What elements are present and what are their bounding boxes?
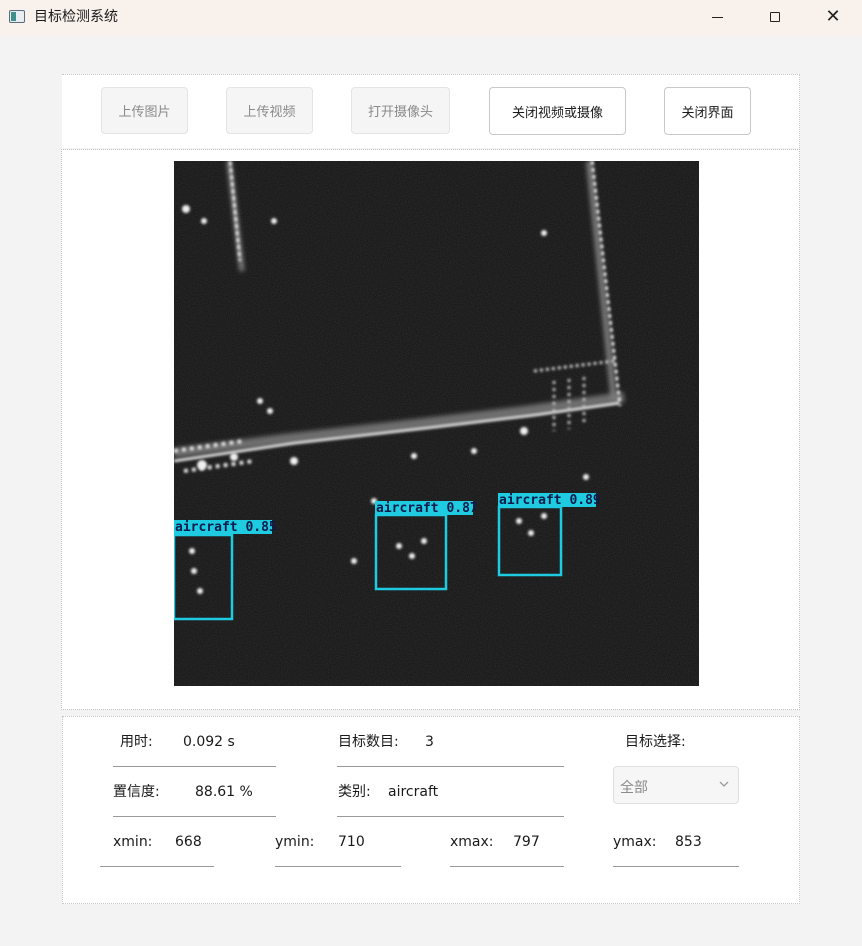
confidence-value: 88.61 %: [195, 784, 253, 800]
class-label: 类别:: [338, 784, 371, 800]
detection-image: aircraft 0.85 aircraft 0.87 aircraft 0.8…: [174, 161, 699, 686]
time-value: 0.092 s: [183, 734, 235, 750]
divider: [113, 816, 276, 817]
divider: [100, 866, 214, 867]
xmax-value: 797: [513, 834, 540, 850]
detection-label-1: aircraft 0.85: [175, 520, 277, 535]
open-camera-button[interactable]: 打开摄像头: [351, 87, 450, 134]
close-ui-button[interactable]: 关闭界面: [664, 87, 751, 135]
ymax-label: ymax:: [613, 834, 657, 850]
upload-video-button[interactable]: 上传视频: [226, 87, 313, 134]
target-select-label: 目标选择:: [625, 734, 686, 750]
divider: [337, 816, 564, 817]
close-video-camera-button[interactable]: 关闭视频或摄像: [489, 87, 626, 135]
count-value: 3: [425, 734, 434, 750]
close-icon: ✕: [825, 6, 841, 27]
window-title: 目标检测系统: [34, 9, 118, 25]
class-value: aircraft: [388, 784, 439, 800]
ymax-value: 853: [675, 834, 702, 850]
app-icon: [9, 10, 25, 23]
confidence-label: 置信度:: [113, 784, 160, 800]
chevron-down-icon: [719, 781, 729, 787]
ymin-value: 710: [338, 834, 365, 850]
minimize-button[interactable]: [688, 0, 746, 34]
maximize-icon: [770, 12, 780, 22]
target-select-value: 全部: [620, 780, 648, 796]
maximize-button[interactable]: [746, 0, 804, 34]
divider: [613, 866, 739, 867]
ymin-label: ymin:: [275, 834, 315, 850]
xmin-label: xmin:: [113, 834, 153, 850]
divider: [275, 866, 401, 867]
target-select[interactable]: 全部: [613, 766, 739, 804]
time-label: 用时:: [120, 734, 153, 750]
title-bar: 目标检测系统 ✕: [0, 0, 862, 36]
minimize-icon: [711, 16, 723, 18]
xmin-value: 668: [175, 834, 202, 850]
divider: [113, 766, 276, 767]
upload-image-button[interactable]: 上传图片: [101, 87, 188, 134]
count-label: 目标数目:: [338, 734, 399, 750]
xmax-label: xmax:: [450, 834, 494, 850]
detection-label-3: aircraft 0.89: [499, 493, 601, 508]
detection-label-2: aircraft 0.87: [376, 501, 478, 516]
close-window-button[interactable]: ✕: [804, 0, 862, 34]
divider: [450, 866, 564, 867]
divider: [337, 766, 564, 767]
